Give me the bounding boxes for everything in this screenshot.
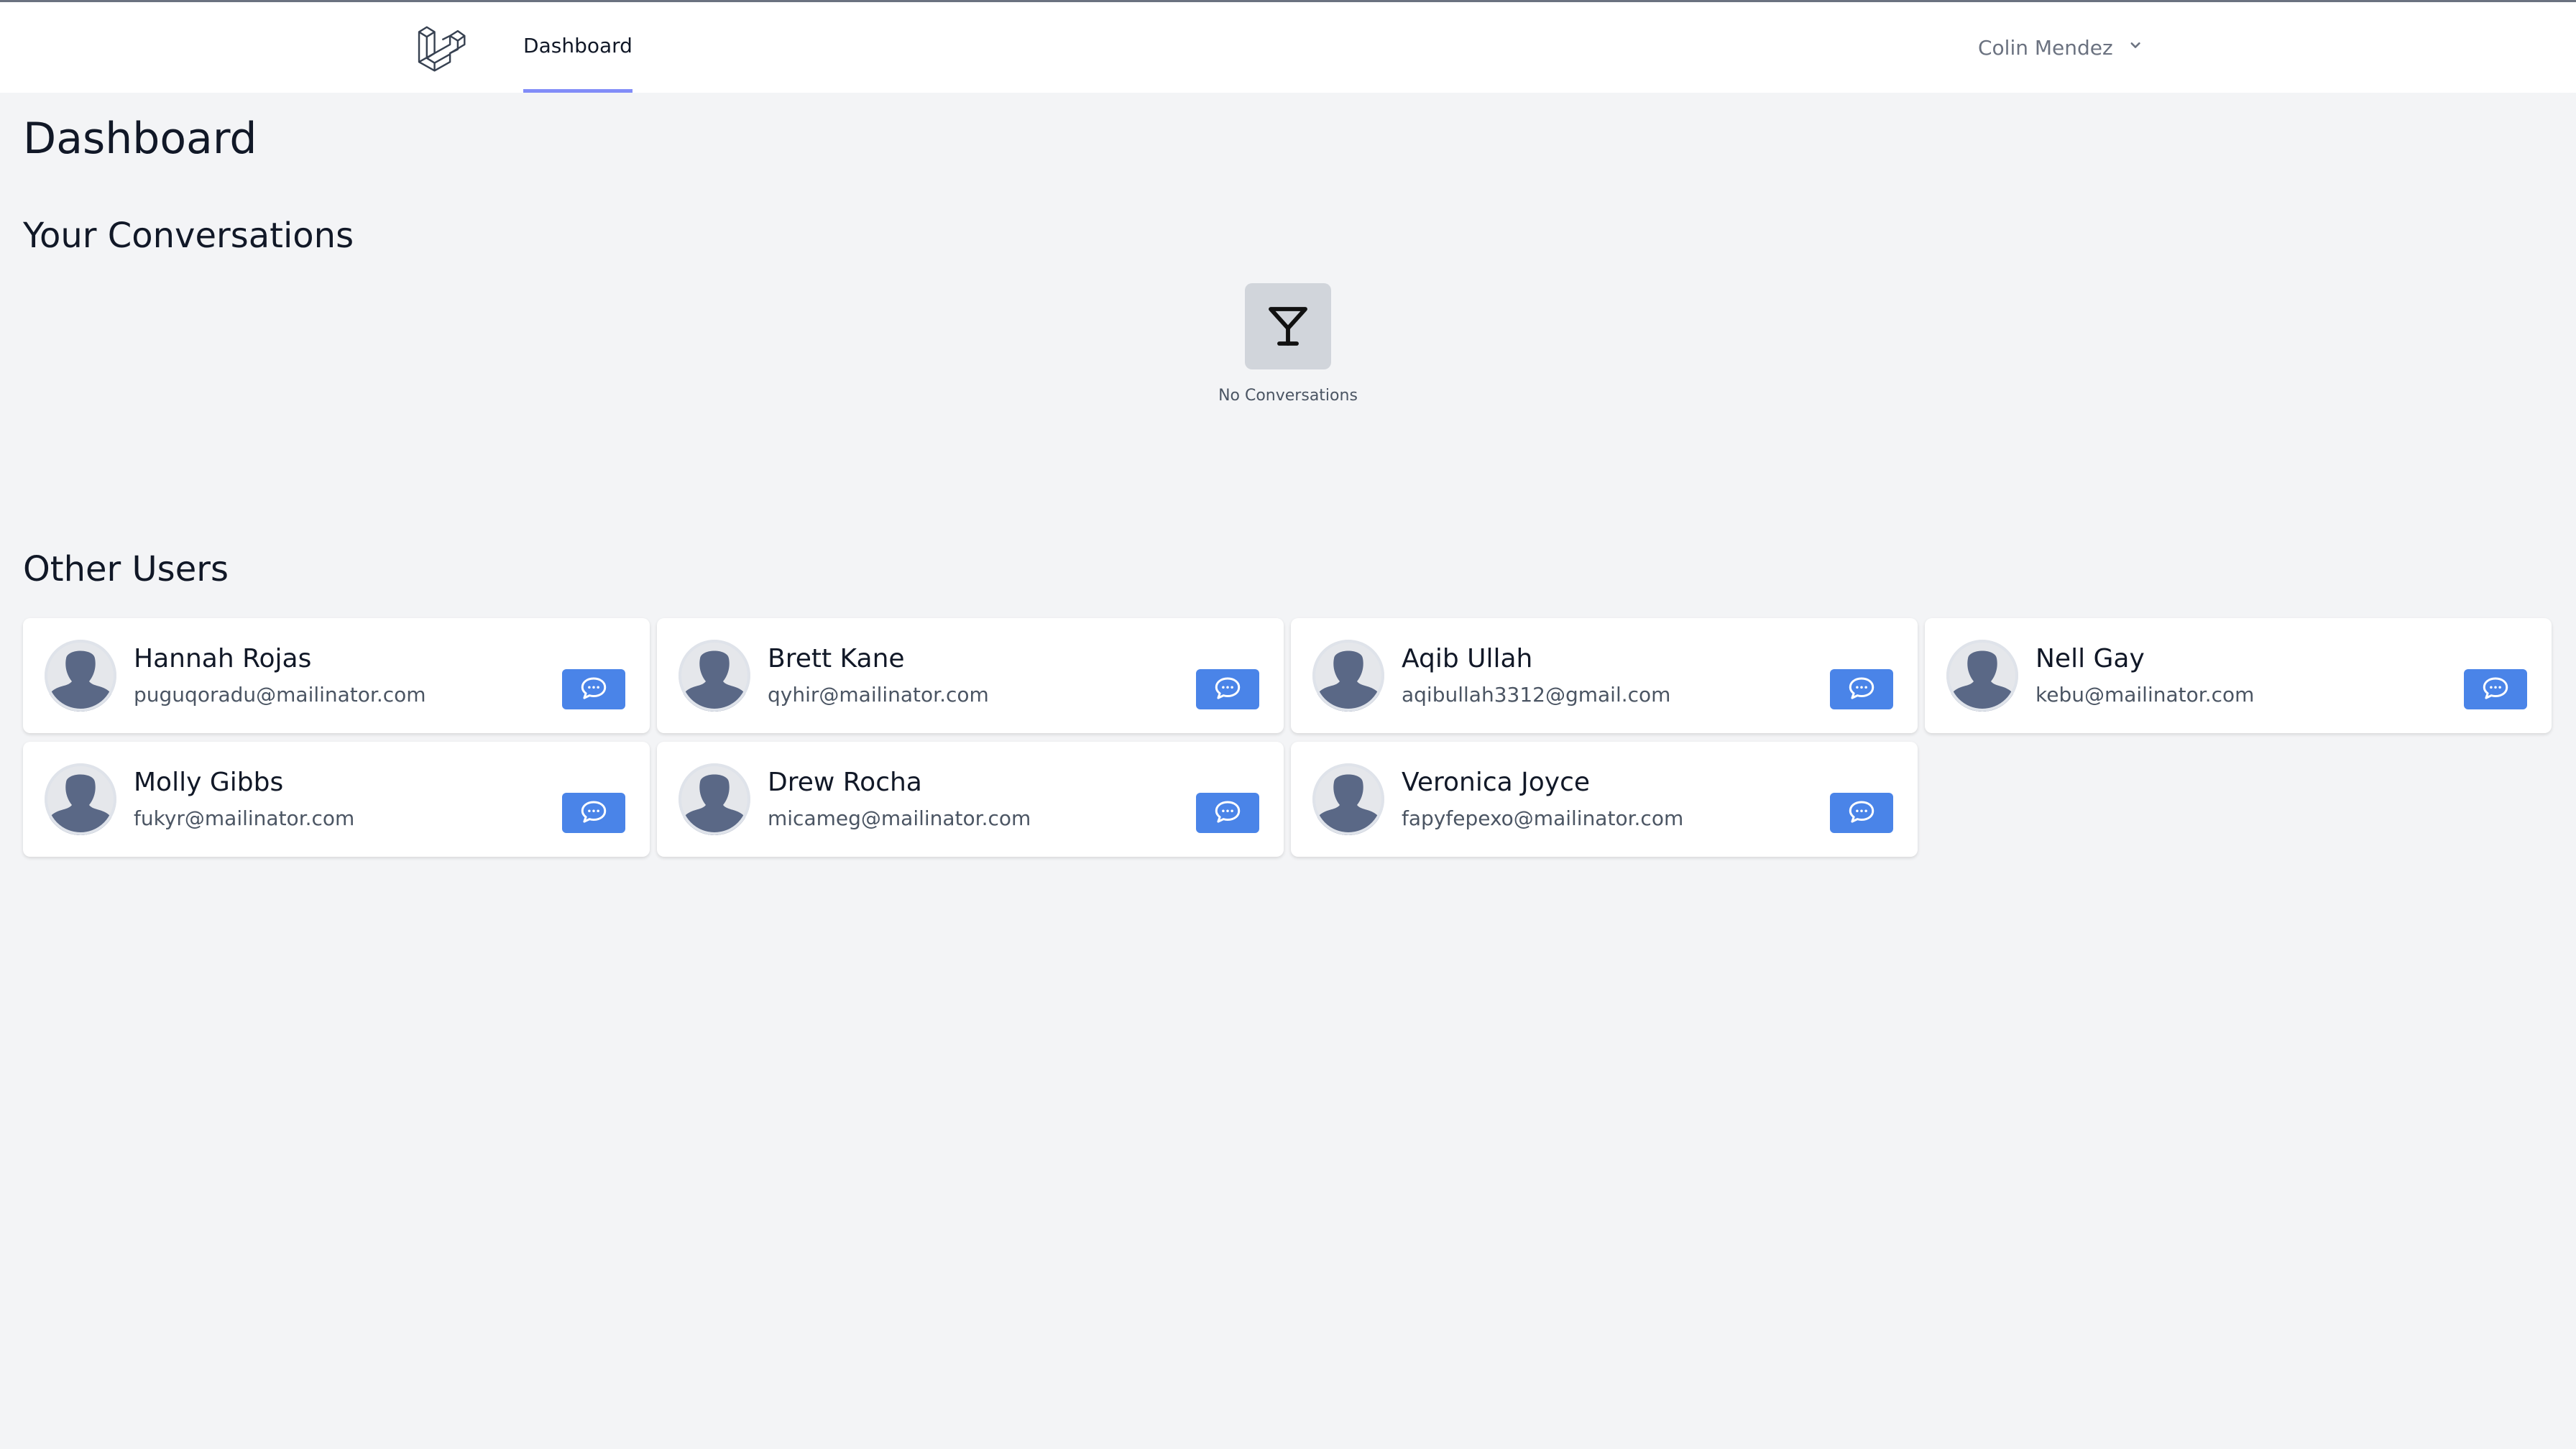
chat-bubble-icon — [2480, 673, 2511, 706]
start-chat-button[interactable] — [1830, 669, 1893, 709]
start-chat-button[interactable] — [562, 669, 625, 709]
start-chat-button[interactable] — [1196, 669, 1259, 709]
chat-bubble-icon — [1213, 673, 1243, 706]
user-card: Nell Gay kebu@mailinator.com — [1925, 618, 2552, 733]
empty-state-text: No Conversations — [1218, 387, 1358, 405]
avatar — [45, 763, 116, 835]
cocktail-glass-icon — [1245, 283, 1331, 369]
top-navbar: Dashboard Colin Mendez — [0, 2, 2576, 93]
user-email: fukyr@mailinator.com — [134, 806, 355, 830]
user-name: Aqib Ullah — [1402, 644, 1533, 673]
user-name: Drew Rocha — [768, 768, 922, 797]
user-name: Hannah Rojas — [134, 644, 312, 673]
user-menu-name: Colin Mendez — [1978, 35, 2113, 60]
start-chat-button[interactable] — [1830, 793, 1893, 833]
chat-bubble-icon — [1213, 797, 1243, 829]
chevron-down-icon — [2126, 36, 2145, 60]
start-chat-button[interactable] — [2464, 669, 2527, 709]
other-users-section-title: Other Users — [23, 549, 229, 589]
start-chat-button[interactable] — [1196, 793, 1259, 833]
user-card: Drew Rocha micameg@mailinator.com — [657, 742, 1284, 857]
users-grid: Hannah Rojas puguqoradu@mailinator.com B… — [23, 618, 2552, 857]
avatar — [678, 640, 750, 712]
chat-bubble-icon — [579, 673, 609, 706]
conversations-section-title: Your Conversations — [23, 216, 354, 256]
user-name: Nell Gay — [2036, 644, 2145, 673]
user-email: qyhir@mailinator.com — [768, 683, 989, 707]
user-menu-dropdown[interactable]: Colin Mendez — [1978, 2, 2145, 93]
user-email: fapyfepexo@mailinator.com — [1402, 806, 1684, 830]
avatar — [45, 640, 116, 712]
user-email: micameg@mailinator.com — [768, 806, 1031, 830]
user-email: puguqoradu@mailinator.com — [134, 683, 426, 707]
chat-bubble-icon — [1846, 797, 1877, 829]
user-name: Brett Kane — [768, 644, 905, 673]
chat-bubble-icon — [579, 797, 609, 829]
avatar — [1312, 640, 1384, 712]
user-name: Molly Gibbs — [134, 768, 284, 797]
avatar — [1312, 763, 1384, 835]
user-card: Molly Gibbs fukyr@mailinator.com — [23, 742, 650, 857]
user-name: Veronica Joyce — [1402, 768, 1591, 797]
avatar — [678, 763, 750, 835]
nav-link-dashboard[interactable]: Dashboard — [523, 2, 632, 93]
avatar — [1946, 640, 2018, 712]
laravel-logo-icon[interactable] — [417, 22, 466, 73]
start-chat-button[interactable] — [562, 793, 625, 833]
user-card: Veronica Joyce fapyfepexo@mailinator.com — [1291, 742, 1918, 857]
user-email: aqibullah3312@gmail.com — [1402, 683, 1671, 707]
conversations-empty-state: No Conversations — [1216, 283, 1360, 405]
user-card: Hannah Rojas puguqoradu@mailinator.com — [23, 618, 650, 733]
chat-bubble-icon — [1846, 673, 1877, 706]
page-title: Dashboard — [23, 114, 257, 164]
user-card: Aqib Ullah aqibullah3312@gmail.com — [1291, 618, 1918, 733]
user-card: Brett Kane qyhir@mailinator.com — [657, 618, 1284, 733]
user-email: kebu@mailinator.com — [2036, 683, 2255, 707]
